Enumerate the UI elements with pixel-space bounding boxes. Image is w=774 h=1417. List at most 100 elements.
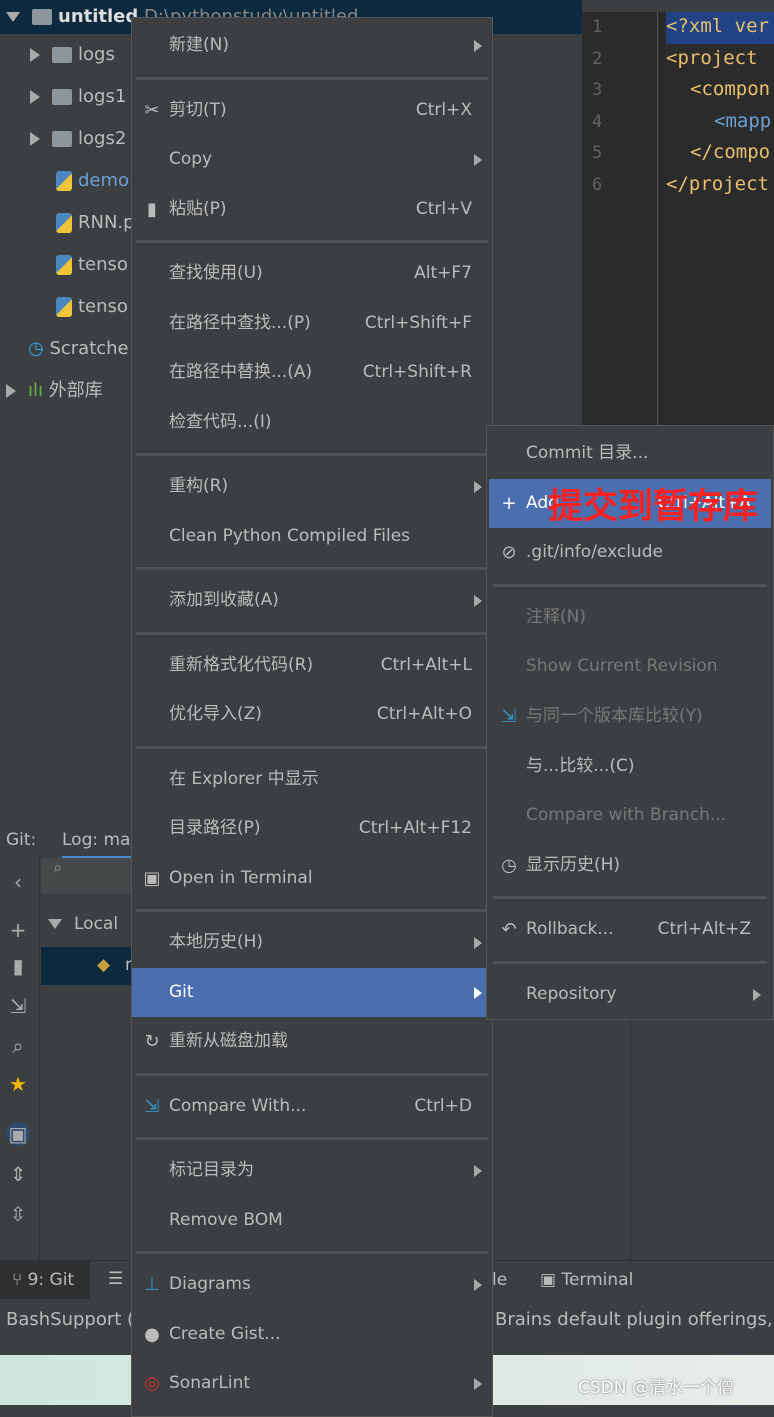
menu-separator <box>132 234 492 249</box>
expand-icon[interactable] <box>30 90 40 104</box>
submenu-arrow-icon <box>474 481 482 493</box>
todo-icon[interactable]: ☰ <box>108 1269 123 1289</box>
branch-row[interactable]: ◆ r <box>41 947 132 985</box>
menu-item-repository[interactable]: Repository <box>489 970 771 1020</box>
menu-item-sonarlint[interactable]: ◎ SonarLint <box>132 1359 492 1409</box>
code-line: </compo <box>690 141 771 163</box>
tree-item[interactable]: logs2 <box>30 122 126 156</box>
menu-item-i[interactable]: 检查代码...(I) <box>132 398 492 448</box>
expand-icon[interactable] <box>30 132 40 146</box>
menu-item-a[interactable]: 添加到收藏(A) <box>132 576 492 626</box>
expand-icon[interactable] <box>48 919 62 929</box>
menu-item-n[interactable]: 注释(N) <box>489 593 771 643</box>
menu-item-open-in-terminal[interactable]: ▣ Open in Terminal <box>132 854 492 904</box>
expand-all-icon[interactable]: ⇕ <box>6 1162 30 1186</box>
menu-item-compare-with[interactable]: ⇲ Compare With... Ctrl+D <box>132 1082 492 1132</box>
submenu-arrow-icon <box>474 1279 482 1291</box>
menu-separator <box>489 955 771 970</box>
menu-item-show-current-revision[interactable]: Show Current Revision <box>489 642 771 692</box>
menu-item-n[interactable]: 新建(N) <box>132 21 492 71</box>
menu-item-r[interactable]: 重新格式化代码(R) Ctrl+Alt+L <box>132 641 492 691</box>
menu-item-copy[interactable]: Copy <box>132 135 492 185</box>
reload-icon: ↻ <box>144 1031 160 1052</box>
expand-icon[interactable] <box>6 384 16 398</box>
menu-item-label: 在路径中替换...(A) <box>169 362 313 382</box>
menu-separator <box>132 626 492 641</box>
menu-item-remove-bom[interactable]: Remove BOM <box>132 1196 492 1246</box>
menu-item-z[interactable]: 优化导入(Z) Ctrl+Alt+O <box>132 690 492 740</box>
tree-item[interactable]: tenso <box>56 248 128 282</box>
menu-item-git-info-exclude[interactable]: ⊘ .git/info/exclude <box>489 528 771 578</box>
back-icon[interactable]: ‹ <box>6 870 30 894</box>
menu-item-h[interactable]: ◷ 显示历史(H) <box>489 841 771 891</box>
scissors-icon: ✂ <box>144 99 160 121</box>
menu-item-[interactable]: 标记目录为 <box>132 1146 492 1196</box>
menu-item-clean-python-compiled-files[interactable]: Clean Python Compiled Files <box>132 512 492 562</box>
plus-icon[interactable]: + <box>6 918 30 942</box>
shortcut: Ctrl+Shift+R <box>362 362 472 382</box>
menu-item-label: 与...比较...(C) <box>526 755 635 776</box>
menu-separator <box>132 1245 492 1260</box>
item-label: tenso <box>78 254 128 275</box>
menu-item-label: Diagrams <box>169 1274 251 1294</box>
python-file-icon <box>56 171 72 191</box>
terminal-icon: ▣ <box>540 1270 562 1290</box>
menu-item-label: 粘贴(P) <box>169 198 227 219</box>
menu-item-explorer[interactable]: 在 Explorer 中显示 <box>132 755 492 805</box>
terminal-tool-tab[interactable]: ▣ Terminal <box>540 1270 633 1290</box>
menu-item-git[interactable]: Git <box>132 967 492 1017</box>
exclude-file-icon: ⊘ <box>501 542 517 564</box>
menu-item-commit[interactable]: Commit 目录... <box>489 429 771 479</box>
menu-item-diagrams[interactable]: ⊥ Diagrams <box>132 1260 492 1310</box>
shortcut: Ctrl+V <box>415 198 472 219</box>
expand-icon[interactable] <box>6 12 20 22</box>
menu-item-u[interactable]: 查找使用(U) Alt+F7 <box>132 249 492 299</box>
tree-item[interactable]: tenso <box>56 290 128 324</box>
collapse-all-icon[interactable]: ⇳ <box>6 1202 30 1226</box>
menu-item-[interactable]: ↻ 重新从磁盘加载 <box>132 1017 492 1067</box>
tree-item[interactable]: RNN.p <box>56 206 135 240</box>
shortcut: Ctrl+Alt+Z <box>657 919 751 940</box>
item-label: logs <box>78 44 115 65</box>
tool-tab[interactable]: le <box>492 1270 507 1290</box>
menu-item-label: Remove BOM <box>169 1209 283 1230</box>
compare-icon[interactable]: ⇲ <box>6 994 30 1018</box>
menu-separator <box>489 578 771 593</box>
menu-item-c[interactable]: 与...比较...(C) <box>489 742 771 792</box>
search-icon[interactable]: ⌕ <box>6 1034 30 1058</box>
menu-item-h[interactable]: 本地历史(H) <box>132 918 492 968</box>
tab-log[interactable]: Log: ma <box>62 830 132 859</box>
menu-item-a[interactable]: 在路径中替换...(A) Ctrl+Shift+R <box>132 348 492 398</box>
menu-item-label: 剪切(T) <box>169 99 227 120</box>
local-label: Local <box>74 914 119 934</box>
root-name: untitled <box>58 6 139 27</box>
menu-item-label: Show Current Revision <box>526 656 718 677</box>
tree-item[interactable]: ◷ Scratche <box>28 332 129 366</box>
menu-item-compare-with-branch[interactable]: Compare with Branch... <box>489 791 771 841</box>
tree-item[interactable]: demo <box>56 164 129 198</box>
tree-item[interactable]: logs1 <box>30 80 126 114</box>
scratches-icon: ◷ <box>28 338 50 359</box>
status-message[interactable]: Brains default plugin offerings, a <box>495 1309 774 1330</box>
menu-item-create-gist[interactable]: ● Create Gist... <box>132 1310 492 1360</box>
menu-item-rollback[interactable]: ↶ Rollback... Ctrl+Alt+Z <box>489 905 771 955</box>
menu-item-p[interactable]: 目录路径(P) Ctrl+Alt+F12 <box>132 804 492 854</box>
star-icon[interactable]: ★ <box>6 1072 30 1096</box>
menu-item-t[interactable]: ✂ 剪切(T) Ctrl+X <box>132 86 492 136</box>
tree-item[interactable]: ılı 外部库 <box>6 374 103 408</box>
expand-icon[interactable] <box>30 48 40 62</box>
tree-item[interactable]: logs <box>30 38 115 72</box>
local-node[interactable]: Local <box>48 914 118 934</box>
submenu-arrow-icon <box>474 40 482 52</box>
context-menu: 新建(N) ✂ 剪切(T) Ctrl+X Copy ▮ 粘贴(P) Ctrl+V 查找使用(U)… <box>131 17 493 1417</box>
delete-icon[interactable]: ▮ <box>6 954 30 978</box>
git-tool-tab[interactable]: ⑂ 9: Git <box>0 1261 90 1299</box>
menu-item-r[interactable]: 重构(R) <box>132 462 492 512</box>
search-input[interactable]: ⌕ <box>41 858 131 894</box>
menu-item-p[interactable]: ▮ 粘贴(P) Ctrl+V <box>132 185 492 235</box>
menu-item-p[interactable]: 在路径中查找...(P) Ctrl+Shift+F <box>132 299 492 349</box>
code-line: <compon <box>690 78 771 100</box>
folder-view-icon[interactable]: ▣ <box>6 1122 30 1146</box>
menu-item-label: Copy <box>169 149 213 169</box>
menu-item-y[interactable]: ⇲ 与同一个版本库比较(Y) <box>489 692 771 742</box>
